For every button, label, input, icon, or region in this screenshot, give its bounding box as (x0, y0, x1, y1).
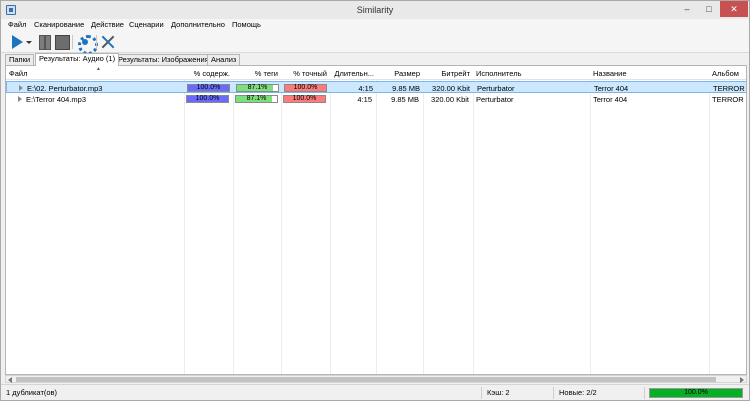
cell-album: TERROR 40 (713, 84, 746, 93)
content-match-bar: 100.0% (186, 95, 229, 103)
content-match-text: 100.0% (195, 95, 220, 102)
results-table: ▲ Файл % содерж. % теги % точный Длитель… (5, 65, 747, 375)
toolbar-separator (96, 35, 97, 49)
exact-match-bar: 100.0% (283, 95, 326, 103)
column-divider (184, 66, 185, 374)
column-header-title[interactable]: Название (593, 69, 627, 78)
cell-title: Terror 404 (593, 95, 628, 104)
column-header-content[interactable]: % содерж. (184, 69, 230, 78)
table-row[interactable]: E:\Terror 404.mp3 100.0% 87.1% 100.0% 4:… (6, 93, 746, 105)
status-separator (481, 387, 482, 399)
play-icon[interactable] (10, 34, 24, 50)
column-header-artist[interactable]: Исполнитель (476, 69, 521, 78)
tab-image-results[interactable]: Результаты: Изображения (114, 54, 213, 65)
menu-file[interactable]: Файл (8, 20, 26, 29)
tab-folders[interactable]: Папки (5, 54, 35, 65)
tab-audio-results[interactable]: Результаты: Аудио (1) (35, 53, 120, 66)
cell-title: Terror 404 (594, 84, 629, 93)
cell-file: E:\02. Perturbator.mp3 (27, 84, 103, 93)
menu-advanced[interactable]: Дополнительно (171, 20, 225, 29)
table-row[interactable]: E:\02. Perturbator.mp3 100.0% 87.1% 100.… (6, 81, 746, 93)
tab-bar: Папки Результаты: Аудио (1) Результаты: … (1, 53, 749, 66)
cell-file: E:\Terror 404.mp3 (26, 95, 87, 104)
horizontal-scrollbar[interactable] (5, 375, 747, 383)
status-new: Новые: 2/2 (559, 388, 597, 397)
gear-icon[interactable] (77, 34, 98, 55)
tags-match-bar: 87.1% (236, 84, 279, 92)
title-bar: Similarity – □ ✕ (1, 1, 749, 19)
cell-artist: Perturbator (476, 95, 514, 104)
column-header-exact[interactable]: % точный (281, 69, 327, 78)
scroll-right-icon[interactable] (740, 377, 744, 383)
status-cache: Кэш: 2 (487, 388, 510, 397)
status-separator (644, 387, 645, 399)
exact-match-bar: 100.0% (284, 84, 327, 92)
column-divider (376, 66, 377, 374)
tags-match-text: 87.1% (247, 84, 268, 91)
dropdown-arrow-icon[interactable] (26, 34, 32, 50)
content-match-text: 100.0% (196, 84, 221, 91)
tab-analysis[interactable]: Анализ (207, 54, 241, 65)
menu-help[interactable]: Помощь (232, 20, 261, 29)
status-duplicates: 1 дубликат(ов) (6, 388, 58, 397)
tags-match-text: 87.1% (246, 95, 267, 102)
column-divider (590, 66, 591, 374)
table-header: ▲ Файл % содерж. % теги % точный Длитель… (6, 66, 746, 80)
column-divider (330, 66, 331, 374)
status-bar: 1 дубликат(ов) Кэш: 2 Новые: 2/2 100.0% (1, 384, 749, 400)
menu-bar: Файл Сканирование Действие Сценарии Допо… (1, 19, 749, 31)
column-divider (473, 66, 474, 374)
column-divider (423, 66, 424, 374)
column-header-bitrate[interactable]: Битрейт (423, 69, 470, 78)
cell-size: 9.85 MB (392, 84, 420, 93)
toolbar-separator (72, 35, 73, 49)
minimize-button[interactable]: – (676, 1, 698, 17)
menu-action[interactable]: Действие (91, 20, 124, 29)
content-match-bar: 100.0% (187, 84, 230, 92)
cell-bitrate: 320.00 Kbit (431, 95, 469, 104)
cell-album: TERROR 40 (712, 95, 746, 104)
exact-match-text: 100.0% (293, 84, 318, 91)
toolbar (1, 31, 749, 55)
cell-size: 9.85 MB (391, 95, 419, 104)
expand-arrow-icon[interactable] (19, 85, 23, 91)
column-divider (281, 66, 282, 374)
column-header-size[interactable]: Размер (376, 69, 420, 78)
menu-scenarios[interactable]: Сценарии (129, 20, 164, 29)
column-header-album[interactable]: Альбом (712, 69, 739, 78)
sort-arrow-icon: ▲ (96, 66, 101, 72)
column-header-file[interactable]: Файл (9, 69, 27, 78)
pause-icon[interactable] (38, 34, 51, 50)
column-header-tags[interactable]: % теги (233, 69, 278, 78)
column-divider (709, 66, 710, 374)
app-window: Similarity – □ ✕ Файл Сканирование Дейст… (0, 0, 750, 401)
cell-duration: 4:15 (358, 84, 373, 93)
window-title: Similarity (356, 5, 394, 15)
stop-icon[interactable] (55, 34, 70, 50)
scrollbar-thumb[interactable] (16, 377, 716, 382)
expand-arrow-icon[interactable] (18, 96, 22, 102)
scroll-left-icon[interactable] (8, 377, 12, 383)
column-divider (233, 66, 234, 374)
exact-match-text: 100.0% (292, 95, 317, 102)
status-progress-text: 100.0% (684, 389, 708, 396)
status-separator (553, 387, 554, 399)
menu-scan[interactable]: Сканирование (34, 20, 84, 29)
tags-match-bar: 87.1% (235, 95, 278, 103)
cell-artist: Perturbator (477, 84, 515, 93)
maximize-button[interactable]: □ (698, 1, 720, 17)
tools-icon[interactable] (100, 34, 116, 50)
cell-duration: 4:15 (357, 95, 372, 104)
cell-bitrate: 320.00 Kbit (432, 84, 470, 93)
status-progress-bar: 100.0% (649, 388, 743, 398)
close-button[interactable]: ✕ (720, 1, 748, 17)
column-header-duration[interactable]: Длительн... (330, 69, 374, 78)
